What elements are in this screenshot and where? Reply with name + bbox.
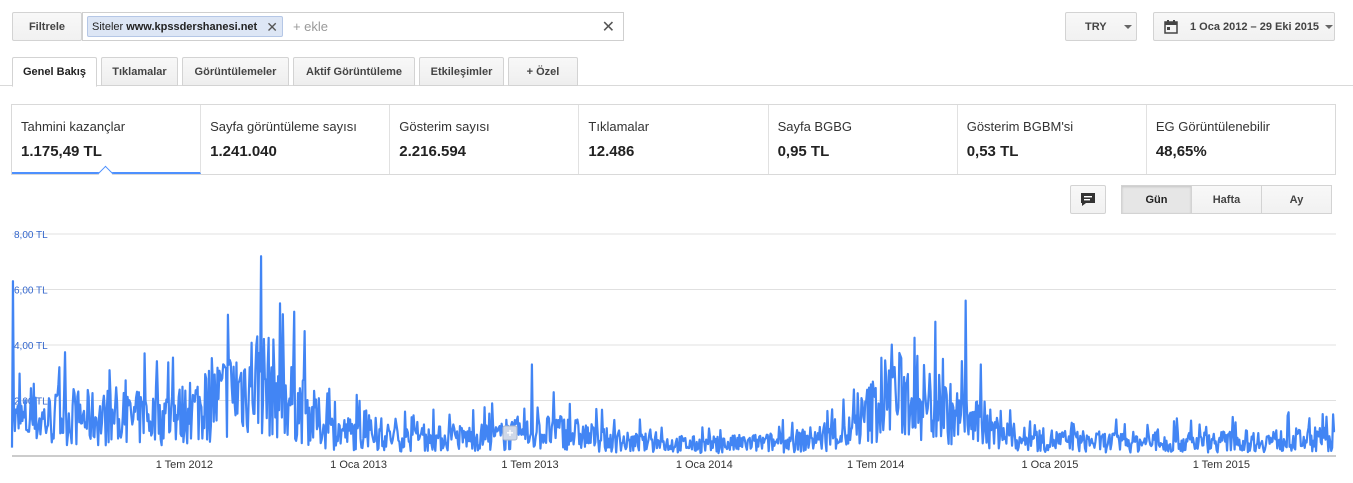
tab-pageviews[interactable]: Görüntülemeler bbox=[182, 57, 289, 86]
metric-value: 48,65% bbox=[1155, 143, 1207, 160]
metric-label: Sayfa BGBG bbox=[777, 119, 852, 134]
calendar-icon bbox=[1164, 19, 1178, 34]
annotations-button[interactable] bbox=[1070, 185, 1106, 214]
chip-prefix: Siteler bbox=[92, 20, 124, 33]
x-tick-label: 1 Tem 2013 bbox=[501, 459, 558, 471]
metric-clicks[interactable]: Tıklamalar 12.486 bbox=[579, 105, 769, 174]
filter-button[interactable]: Filtrele bbox=[12, 12, 82, 41]
x-tick-label: 1 Tem 2012 bbox=[156, 459, 213, 471]
granularity-week-button[interactable]: Hafta bbox=[1191, 185, 1262, 214]
tab-active-view-label: Aktif Görüntüleme bbox=[306, 65, 402, 78]
tab-interactions-label: Etkileşimler bbox=[430, 65, 493, 78]
tab-interactions[interactable]: Etkileşimler bbox=[419, 57, 504, 86]
tab-pageviews-label: Görüntülemeler bbox=[194, 65, 277, 78]
metric-value: 0,95 TL bbox=[777, 143, 830, 160]
site-filter-chip: Siteler www.kpssdershanesi.net ✕ bbox=[87, 16, 283, 37]
x-axis-labels: 1 Tem 2012 1 Oca 2013 1 Tem 2013 1 Oca 2014… bbox=[156, 459, 1250, 471]
metric-label: Tahmini kazançlar bbox=[21, 119, 126, 134]
x-tick-label: 1 Oca 2015 bbox=[1022, 459, 1079, 471]
metric-label: Gösterim sayısı bbox=[399, 119, 490, 134]
tab-custom[interactable]: + Özel bbox=[508, 57, 578, 86]
metric-value: 0,53 TL bbox=[966, 143, 1019, 160]
metric-estimated-earnings[interactable]: Tahmini kazançlar 1.175,49 TL bbox=[12, 105, 202, 174]
tab-active-view[interactable]: Aktif Görüntüleme bbox=[293, 57, 415, 86]
date-range-dropdown[interactable]: 1 Oca 2012 – 29 Eki 2015 bbox=[1153, 12, 1335, 41]
currency-label: TRY bbox=[1085, 20, 1107, 33]
metric-page-rpm[interactable]: Sayfa BGBG 0,95 TL bbox=[769, 105, 958, 174]
granularity-day-button[interactable]: Gün bbox=[1121, 185, 1192, 214]
metric-pageviews[interactable]: Sayfa görüntüleme sayısı 1.241.040 bbox=[201, 105, 391, 174]
chevron-down-icon bbox=[1325, 24, 1334, 29]
y-tick-label: 4,00 TL bbox=[14, 341, 48, 352]
metrics-bar: Tahmini kazançlar 1.175,49 TL Sayfa görü… bbox=[11, 104, 1336, 175]
clear-filter-icon[interactable]: ✕ bbox=[602, 17, 615, 37]
chevron-down-icon bbox=[1123, 24, 1132, 29]
x-tick-label: 1 Tem 2014 bbox=[847, 459, 904, 471]
metric-value: 2.216.594 bbox=[399, 143, 467, 160]
chip-site: www.kpssdershanesi.net bbox=[126, 20, 258, 33]
date-range-label: 1 Oca 2012 – 29 Eki 2015 bbox=[1190, 20, 1320, 33]
metric-label: Gösterim BGBM'si bbox=[966, 119, 1074, 134]
granularity-toggle: Gün Hafta Ay bbox=[1121, 185, 1332, 214]
tab-clicks[interactable]: Tıklamalar bbox=[101, 57, 178, 86]
plus-icon: + bbox=[506, 426, 513, 440]
earnings-line-chart[interactable]: 8,00 TL6,00 TL4,00 TL2,00 TL 1 Tem 2012 1… bbox=[0, 220, 1353, 483]
filter-button-label: Filtrele bbox=[28, 20, 66, 33]
add-filter-link[interactable]: + ekle bbox=[293, 19, 328, 34]
tab-custom-label: + Özel bbox=[526, 65, 560, 78]
metric-active-view-viewable[interactable]: EG Görüntülenebilir 48,65% bbox=[1147, 105, 1335, 174]
metric-value: 12.486 bbox=[588, 143, 635, 160]
tab-clicks-label: Tıklamalar bbox=[112, 65, 167, 78]
series-line-estimated-earnings bbox=[10, 255, 1336, 455]
granularity-month-button[interactable]: Ay bbox=[1261, 185, 1332, 214]
metric-label: Tıklamalar bbox=[588, 119, 650, 134]
y-tick-label: 8,00 TL bbox=[14, 230, 48, 241]
x-tick-label: 1 Tem 2015 bbox=[1193, 459, 1250, 471]
y-tick-label: 6,00 TL bbox=[14, 286, 48, 297]
metric-impressions[interactable]: Gösterim sayısı 2.216.594 bbox=[390, 105, 580, 174]
metric-label: EG Görüntülenebilir bbox=[1155, 119, 1271, 134]
annotation-marker[interactable]: + bbox=[502, 425, 518, 441]
chip-remove-icon[interactable]: ✕ bbox=[266, 20, 278, 34]
filter-input-box[interactable]: Siteler www.kpssdershanesi.net ✕ + ekle … bbox=[82, 12, 624, 41]
metric-value: 1.241.040 bbox=[210, 143, 277, 160]
x-tick-label: 1 Oca 2014 bbox=[676, 459, 733, 471]
metric-value: 1.175,49 TL bbox=[21, 143, 102, 160]
tab-overview[interactable]: Genel Bakış bbox=[12, 57, 97, 87]
tab-overview-label: Genel Bakış bbox=[23, 66, 86, 78]
metric-impression-rpm[interactable]: Gösterim BGBM'si 0,53 TL bbox=[958, 105, 1147, 174]
comment-icon bbox=[1081, 193, 1095, 206]
metric-label: Sayfa görüntüleme sayısı bbox=[210, 119, 357, 134]
x-tick-label: 1 Oca 2013 bbox=[330, 459, 387, 471]
currency-dropdown[interactable]: TRY bbox=[1065, 12, 1137, 41]
